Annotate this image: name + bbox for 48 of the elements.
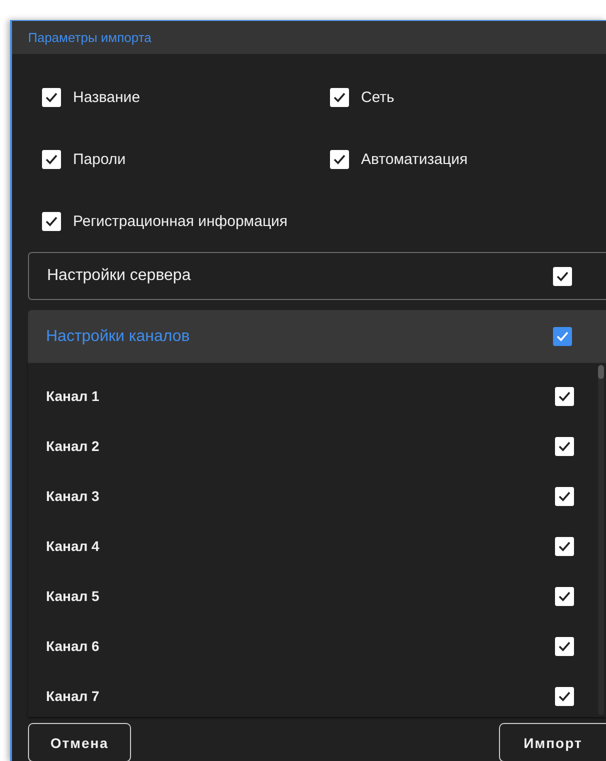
- option-label: Название: [73, 88, 140, 106]
- checkbox[interactable]: [555, 586, 574, 606]
- check-icon: [558, 540, 571, 552]
- server-settings-panel[interactable]: Настройки сервера: [28, 252, 606, 300]
- dialog-title: Параметры импорта: [28, 30, 152, 46]
- check-icon: [45, 216, 58, 227]
- channel-label: Канал 7: [46, 688, 100, 704]
- check-icon: [558, 490, 571, 502]
- check-icon: [558, 590, 571, 602]
- panel-title: Настройки сервера: [47, 267, 191, 286]
- checkbox[interactable]: [553, 327, 572, 346]
- check-icon: [558, 440, 571, 452]
- channel-label: Канал 4: [46, 538, 100, 554]
- checkbox[interactable]: [555, 686, 574, 706]
- checkbox[interactable]: [42, 88, 61, 107]
- option-label: Автоматизация: [361, 150, 468, 168]
- import-button[interactable]: Импорт: [499, 723, 606, 761]
- scrollbar[interactable]: [598, 365, 604, 715]
- check-icon: [556, 270, 569, 282]
- checkbox[interactable]: [330, 88, 349, 107]
- channel-label: Канал 2: [46, 438, 100, 454]
- checkbox[interactable]: [330, 150, 349, 169]
- channel-label: Канал 3: [46, 488, 100, 504]
- checkbox[interactable]: [555, 636, 574, 656]
- channel-label: Канал 5: [46, 588, 100, 604]
- section-title: Настройки каналов: [46, 328, 190, 346]
- check-icon: [558, 640, 571, 652]
- check-icon: [45, 154, 58, 165]
- checkbox[interactable]: [555, 436, 574, 456]
- checkbox[interactable]: [555, 536, 574, 556]
- checkbox[interactable]: [555, 486, 574, 506]
- check-icon: [45, 92, 58, 103]
- checkbox[interactable]: [555, 386, 574, 406]
- checkbox[interactable]: [42, 150, 61, 169]
- channel-label: Канал 1: [46, 388, 100, 404]
- check-icon: [333, 92, 346, 103]
- option-label: Сеть: [361, 88, 394, 106]
- check-icon: [558, 690, 571, 702]
- channel-label: Канал 6: [46, 638, 100, 654]
- cancel-button[interactable]: Отмена: [28, 723, 131, 761]
- option-label: Пароли: [73, 150, 126, 168]
- check-icon: [558, 390, 571, 402]
- check-icon: [556, 331, 569, 342]
- checkbox[interactable]: [42, 212, 61, 231]
- check-icon: [333, 154, 346, 165]
- option-label: Регистрационная информация: [73, 212, 288, 230]
- channel-settings-header[interactable]: Настройки каналов: [28, 310, 606, 363]
- checkbox[interactable]: [553, 266, 572, 286]
